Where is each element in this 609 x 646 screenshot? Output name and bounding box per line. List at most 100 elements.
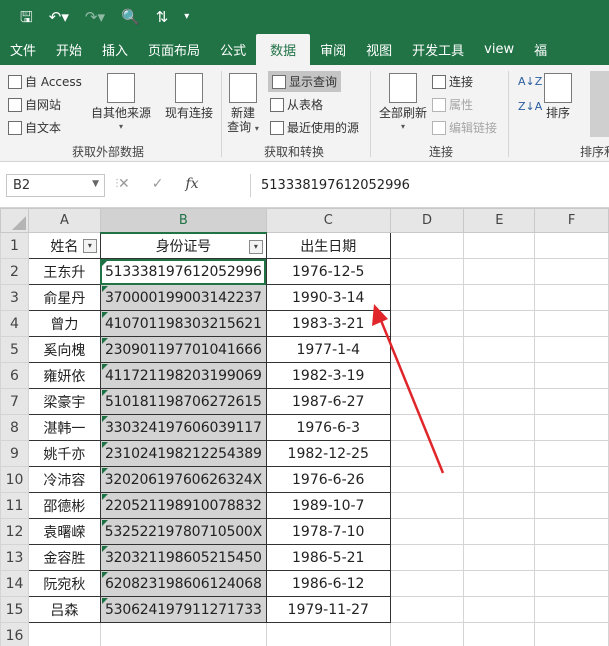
- id-cell[interactable]: 320321198605215450: [99, 544, 267, 571]
- cell[interactable]: [389, 414, 465, 441]
- cell[interactable]: [389, 310, 465, 337]
- name-cell[interactable]: 邵德彬: [27, 492, 101, 519]
- properties-button[interactable]: 属性: [432, 96, 473, 113]
- cell[interactable]: [389, 232, 465, 259]
- column-header-e[interactable]: E: [463, 208, 536, 233]
- column-header-d[interactable]: D: [389, 208, 465, 233]
- row-header[interactable]: 3: [0, 284, 29, 311]
- row-header[interactable]: 5: [0, 336, 29, 363]
- cell[interactable]: [463, 622, 536, 646]
- name-header-cell[interactable]: 姓名 ▾: [27, 232, 101, 259]
- cell[interactable]: [463, 388, 536, 415]
- cell[interactable]: [463, 336, 536, 363]
- name-cell[interactable]: 俞星丹: [27, 284, 101, 311]
- connections-button[interactable]: 连接: [432, 73, 473, 90]
- undo-icon[interactable]: ↶▾: [49, 9, 69, 25]
- other-sources-button[interactable]: 自其他来源 ▾: [88, 73, 154, 134]
- sort-descending-icon[interactable]: Z↓A: [518, 100, 542, 113]
- cell[interactable]: [534, 544, 609, 571]
- id-cell[interactable]: 220521198910078832: [99, 492, 267, 519]
- enter-icon[interactable]: ✓: [152, 176, 164, 192]
- cell[interactable]: [389, 362, 465, 389]
- row-header[interactable]: 2: [0, 258, 29, 285]
- cell[interactable]: [389, 622, 465, 646]
- birth-header-cell[interactable]: 出生日期: [265, 232, 391, 259]
- name-cell[interactable]: 梁豪宇: [27, 388, 101, 415]
- name-cell[interactable]: 吕森: [27, 596, 101, 623]
- id-cell[interactable]: 32020619760626324X: [99, 466, 267, 493]
- cell[interactable]: [389, 388, 465, 415]
- redo-icon[interactable]: ↷▾: [85, 9, 105, 25]
- cell[interactable]: [534, 362, 609, 389]
- from-access-button[interactable]: 自 Access: [8, 73, 82, 90]
- id-cell[interactable]: 330324197606039117: [99, 414, 267, 441]
- row-header[interactable]: 11: [0, 492, 29, 519]
- row-header[interactable]: 16: [0, 622, 29, 646]
- sort-az-buttons[interactable]: A↓Z Z↓A: [518, 75, 542, 113]
- name-cell[interactable]: 湛韩一: [27, 414, 101, 441]
- cell[interactable]: [463, 232, 536, 259]
- birth-date-cell[interactable]: 1979-11-27: [265, 596, 391, 623]
- from-text-button[interactable]: 自文本: [8, 119, 61, 136]
- row-header[interactable]: 4: [0, 310, 29, 337]
- sort-ascending-icon[interactable]: A↓Z: [518, 75, 542, 88]
- save-icon[interactable]: 🖫: [20, 9, 33, 25]
- row-header[interactable]: 9: [0, 440, 29, 467]
- id-cell[interactable]: 530624197911271733: [99, 596, 267, 623]
- formula-input[interactable]: 513338197612052996: [250, 174, 608, 197]
- name-cell[interactable]: 曾力: [27, 310, 101, 337]
- cell[interactable]: [389, 336, 465, 363]
- column-header-a[interactable]: A: [27, 208, 101, 233]
- cell[interactable]: [463, 544, 536, 571]
- birth-date-cell[interactable]: 1976-12-5: [265, 258, 391, 285]
- refresh-all-button[interactable]: 全部刷新 ▾: [376, 73, 430, 134]
- show-queries-button[interactable]: 显示查询: [268, 71, 342, 92]
- row-header[interactable]: 8: [0, 414, 29, 441]
- name-cell[interactable]: 阮宛秋: [27, 570, 101, 597]
- cell[interactable]: [534, 284, 609, 311]
- row-header[interactable]: 14: [0, 570, 29, 597]
- id-cell[interactable]: 411721198203199069: [99, 362, 267, 389]
- column-header-f[interactable]: F: [534, 208, 609, 233]
- id-cell[interactable]: 370000199003142237: [99, 284, 267, 311]
- filter-dropdown-icon[interactable]: ▾: [248, 239, 263, 254]
- tab-0[interactable]: 文件: [0, 34, 46, 65]
- birth-date-cell[interactable]: 1978-7-10: [265, 518, 391, 545]
- tab-8[interactable]: 开发工具: [402, 34, 474, 65]
- cell[interactable]: [389, 258, 465, 285]
- birth-date-cell[interactable]: 1990-3-14: [265, 284, 391, 311]
- birth-date-cell[interactable]: 1976-6-26: [265, 466, 391, 493]
- cell[interactable]: [463, 466, 536, 493]
- cell[interactable]: [389, 440, 465, 467]
- row-header[interactable]: 1: [0, 232, 29, 259]
- cell[interactable]: [27, 622, 101, 646]
- tab-4[interactable]: 公式: [210, 34, 256, 65]
- sort-button[interactable]: 排序: [542, 73, 574, 120]
- select-all-corner[interactable]: [0, 208, 29, 233]
- column-header-c[interactable]: C: [265, 208, 391, 233]
- cell[interactable]: [463, 310, 536, 337]
- cell[interactable]: [463, 440, 536, 467]
- row-header[interactable]: 13: [0, 544, 29, 571]
- chevron-down-icon[interactable]: ▼: [92, 179, 99, 189]
- birth-date-cell[interactable]: 1986-6-12: [265, 570, 391, 597]
- id-cell[interactable]: 53252219780710500X: [99, 518, 267, 545]
- birth-date-cell[interactable]: 1976-6-3: [265, 414, 391, 441]
- cell[interactable]: [463, 518, 536, 545]
- cell[interactable]: [463, 570, 536, 597]
- print-preview-icon[interactable]: 🔍: [121, 9, 140, 25]
- filter-button[interactable]: [590, 71, 609, 137]
- tab-3[interactable]: 页面布局: [138, 34, 210, 65]
- insert-function-icon[interactable]: fx: [185, 176, 198, 192]
- row-header[interactable]: 7: [0, 388, 29, 415]
- cell[interactable]: [389, 570, 465, 597]
- cell[interactable]: [463, 258, 536, 285]
- from-table-button[interactable]: 从表格: [270, 96, 323, 113]
- name-cell[interactable]: 冷沛容: [27, 466, 101, 493]
- row-header[interactable]: 10: [0, 466, 29, 493]
- name-cell[interactable]: 奚向槐: [27, 336, 101, 363]
- cell[interactable]: [534, 596, 609, 623]
- column-header-b[interactable]: B: [99, 208, 267, 234]
- existing-connections-button[interactable]: 现有连接: [160, 73, 218, 120]
- birth-date-cell[interactable]: 1989-10-7: [265, 492, 391, 519]
